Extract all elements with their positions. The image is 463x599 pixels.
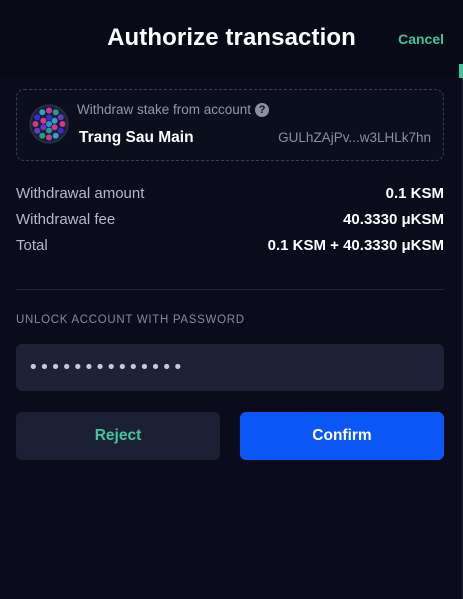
header: Authorize transaction Cancel xyxy=(0,0,463,78)
scroll-edge-indicator xyxy=(459,64,463,78)
help-icon[interactable]: ? xyxy=(255,103,270,117)
detail-label: Withdrawal amount xyxy=(16,185,145,202)
page-title: Authorize transaction xyxy=(107,24,356,51)
account-action-label: Withdraw stake from account xyxy=(77,102,252,117)
detail-value: 0.1 KSM + 40.3330 μKSM xyxy=(267,237,444,254)
password-label: UNLOCK ACCOUNT WITH PASSWORD xyxy=(16,314,245,326)
account-name: Trang Sau Main xyxy=(79,129,194,146)
detail-row-total: Total 0.1 KSM + 40.3330 μKSM xyxy=(16,237,444,257)
detail-value: 0.1 KSM xyxy=(385,185,444,202)
account-action-description: Withdraw stake from account? xyxy=(77,102,270,117)
password-input[interactable] xyxy=(16,344,444,391)
account-address: GULhZAjPv...w3LHLk7hn xyxy=(278,130,431,145)
detail-label: Withdrawal fee xyxy=(16,211,116,228)
account-card: Withdraw stake from account? Trang Sau M… xyxy=(16,89,444,161)
detail-value: 40.3330 μKSM xyxy=(343,211,444,228)
cancel-button[interactable]: Cancel xyxy=(398,31,444,47)
identicon-avatar-icon xyxy=(29,104,69,144)
divider xyxy=(16,289,444,290)
detail-row-withdrawal-fee: Withdrawal fee 40.3330 μKSM xyxy=(16,211,444,231)
detail-row-withdrawal-amount: Withdrawal amount 0.1 KSM xyxy=(16,185,444,205)
authorize-transaction-screen: Authorize transaction Cancel Withdraw st… xyxy=(0,0,463,599)
detail-label: Total xyxy=(16,237,48,254)
reject-button[interactable]: Reject xyxy=(16,412,220,460)
confirm-button[interactable]: Confirm xyxy=(240,412,444,460)
